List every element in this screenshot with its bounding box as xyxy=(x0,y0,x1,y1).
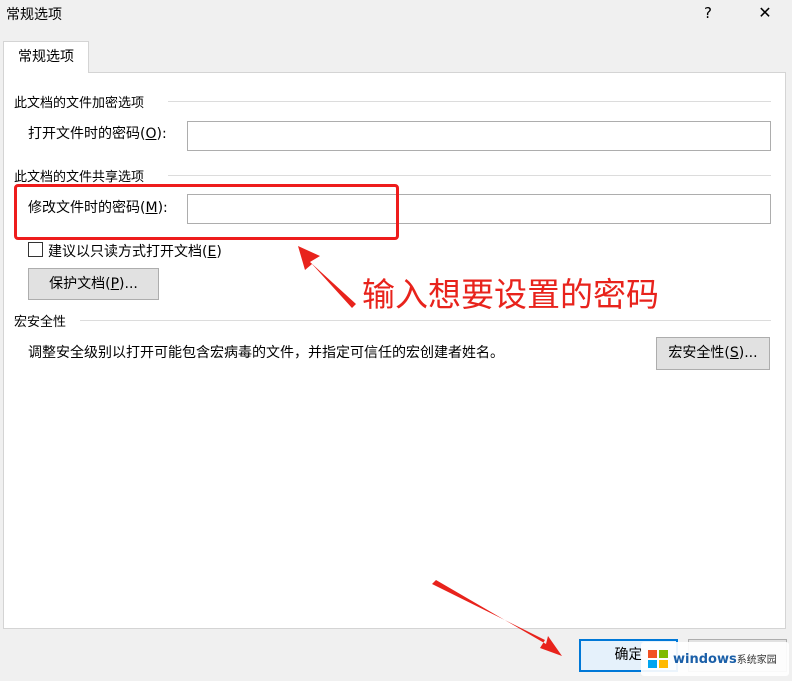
dialog-title: 常规选项 xyxy=(6,7,62,23)
macro-security-button[interactable]: 宏安全性(S)... xyxy=(656,337,770,370)
encryption-group-divider xyxy=(168,101,771,102)
annotation-highlight-box xyxy=(14,184,399,240)
macro-group-divider xyxy=(80,320,771,321)
annotation-text: 输入想要设置的密码 xyxy=(362,275,659,314)
open-password-input[interactable] xyxy=(187,121,771,151)
sharing-group-divider xyxy=(168,175,771,176)
protect-document-button[interactable]: 保护文档(P)... xyxy=(28,268,159,300)
watermark: windows系统家园 xyxy=(641,642,789,676)
open-password-label: 打开文件时的密码(O): xyxy=(28,126,167,142)
help-button[interactable]: ? xyxy=(696,0,720,26)
tab-general-options[interactable]: 常规选项 xyxy=(3,41,89,73)
readonly-label[interactable]: 建议以只读方式打开文档(E) xyxy=(48,241,222,261)
watermark-text: windows系统家园 xyxy=(673,652,777,667)
macro-group-header: 宏安全性 xyxy=(14,315,67,330)
close-button[interactable]: ✕ xyxy=(752,0,778,26)
general-options-dialog: 常规选项 ? ✕ 常规选项 此文档的文件加密选项 打开文件时的密码(O): 此文… xyxy=(0,0,792,681)
sharing-group-header: 此文档的文件共享选项 xyxy=(14,170,145,185)
title-bar: 常规选项 ? ✕ xyxy=(0,0,792,28)
macro-description: 调整安全级别以打开可能包含宏病毒的文件，并指定可信任的宏创建者姓名。 xyxy=(28,345,504,361)
readonly-checkbox[interactable] xyxy=(28,242,43,257)
windows-logo-icon xyxy=(648,650,668,668)
encryption-group-header: 此文档的文件加密选项 xyxy=(14,96,145,111)
